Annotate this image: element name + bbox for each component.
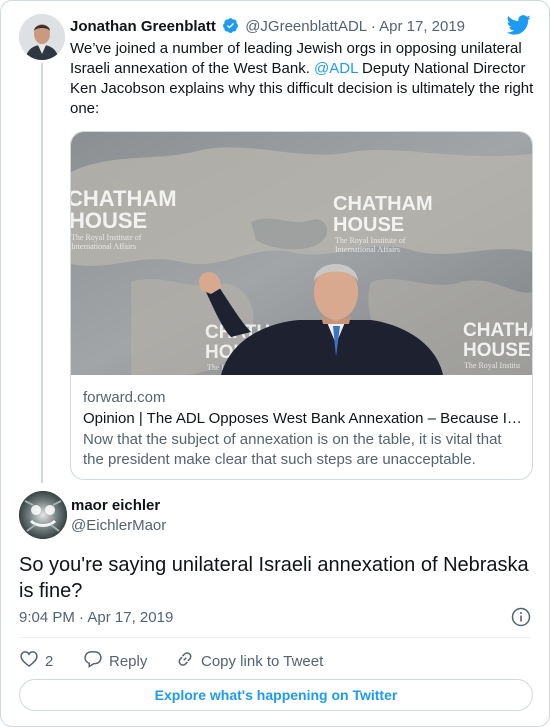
chatham-watermark: The Royal Institute of — [335, 236, 406, 245]
chatham-watermark: International Affairs — [335, 245, 400, 254]
link-title[interactable]: Opinion | The ADL Opposes West Bank Anne… — [83, 409, 523, 429]
chatham-watermark: CHATHAM — [333, 193, 433, 215]
chatham-watermark: CHATHA — [463, 320, 532, 341]
reply-date[interactable]: Apr 17, 2019 — [87, 609, 173, 626]
reply-timestamp[interactable]: 9:04 PM · Apr 17, 2019 — [19, 609, 173, 626]
reply-author-name[interactable]: maor eichler — [71, 497, 160, 514]
reply-tweet-text: So you're saying unilateral Israeli anne… — [19, 554, 529, 602]
link-domain: forward.com — [83, 389, 166, 406]
reply-author-handle[interactable]: @EichlerMaor — [71, 517, 166, 534]
chatham-watermark: HOUSE — [333, 214, 404, 236]
header-separator: · — [370, 18, 376, 35]
parent-tweet-text: We’ve joined a number of leading Jewish … — [70, 39, 536, 119]
mention-link[interactable]: @ADL — [314, 60, 358, 77]
reply-bubble-icon — [83, 649, 103, 673]
reply-time[interactable]: 9:04 PM — [19, 609, 75, 626]
chatham-watermark: The Royal Institute of — [71, 233, 142, 242]
reply-author-avatar[interactable] — [19, 491, 67, 539]
timestamp-separator: · — [79, 609, 85, 626]
link-preview-image[interactable]: CHATHAM HOUSE The Royal Institute of Int… — [71, 132, 532, 375]
chatham-watermark: HOUSE — [71, 208, 147, 233]
parent-tweet-date[interactable]: Apr 17, 2019 — [379, 18, 465, 35]
divider — [19, 637, 531, 638]
thread-connector-line — [41, 63, 43, 483]
twitter-bird-icon[interactable] — [506, 15, 531, 40]
copy-link-label: Copy link to Tweet — [201, 652, 324, 670]
heart-icon — [19, 649, 39, 673]
author-name[interactable]: Jonathan Greenblatt — [70, 18, 216, 35]
author-avatar[interactable] — [19, 14, 65, 60]
like-count: 2 — [45, 652, 54, 670]
chatham-watermark: HOUSE — [463, 340, 531, 361]
like-button[interactable]: 2 — [19, 649, 53, 673]
chatham-watermark: International Affairs — [71, 242, 136, 251]
parent-tweet-header: Jonathan Greenblatt @JGreenblattADL · Ap… — [70, 17, 465, 38]
embedded-tweet-card: Jonathan Greenblatt @JGreenblattADL · Ap… — [0, 0, 550, 727]
verified-badge-icon — [222, 17, 239, 38]
info-icon[interactable] — [511, 607, 531, 632]
reply-label: Reply — [109, 652, 148, 670]
link-description: Now that the subject of annexation is on… — [83, 431, 502, 468]
chatham-watermark: The Royal Institu — [464, 361, 520, 370]
copy-link-button[interactable]: Copy link to Tweet — [175, 649, 323, 673]
reply-button[interactable]: Reply — [83, 649, 147, 673]
link-preview-body: forward.com Opinion | The ADL Opposes We… — [83, 388, 523, 470]
link-preview-card[interactable]: CHATHAM HOUSE The Royal Institute of Int… — [70, 131, 533, 480]
link-icon — [175, 649, 195, 673]
author-handle[interactable]: @JGreenblattADL — [245, 18, 366, 35]
explore-twitter-button[interactable]: Explore what's happening on Twitter — [19, 679, 533, 711]
